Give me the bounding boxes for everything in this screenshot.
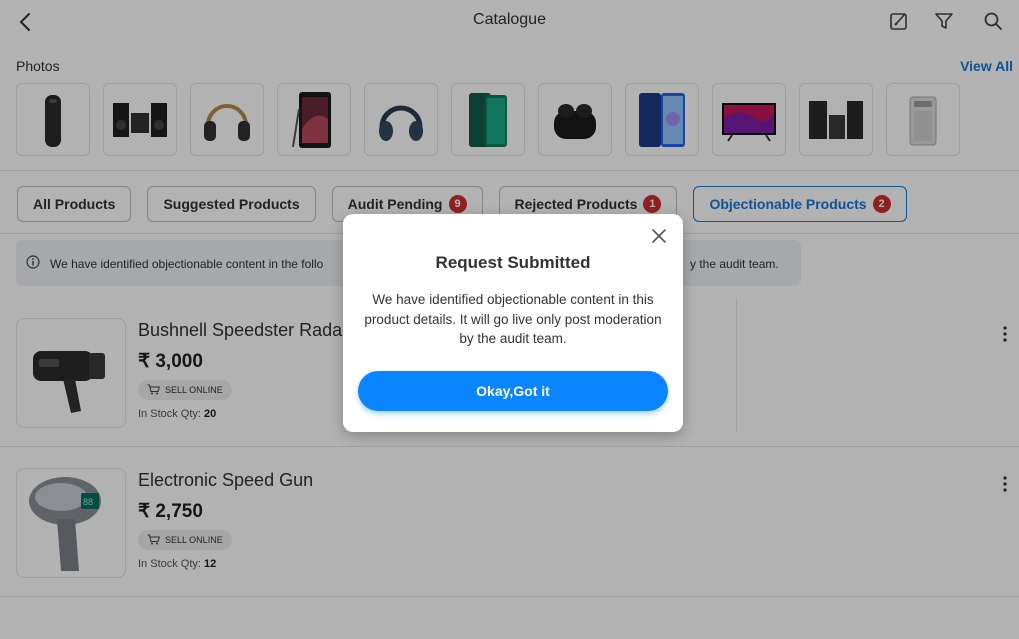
close-icon[interactable]	[651, 228, 667, 244]
okay-got-it-button[interactable]: Okay,Got it	[358, 371, 668, 411]
dialog-message: We have identified objectionable content…	[364, 292, 662, 346]
dialog-title: Request Submitted	[435, 253, 591, 272]
request-submitted-dialog: Request Submitted We have identified obj…	[343, 214, 683, 432]
